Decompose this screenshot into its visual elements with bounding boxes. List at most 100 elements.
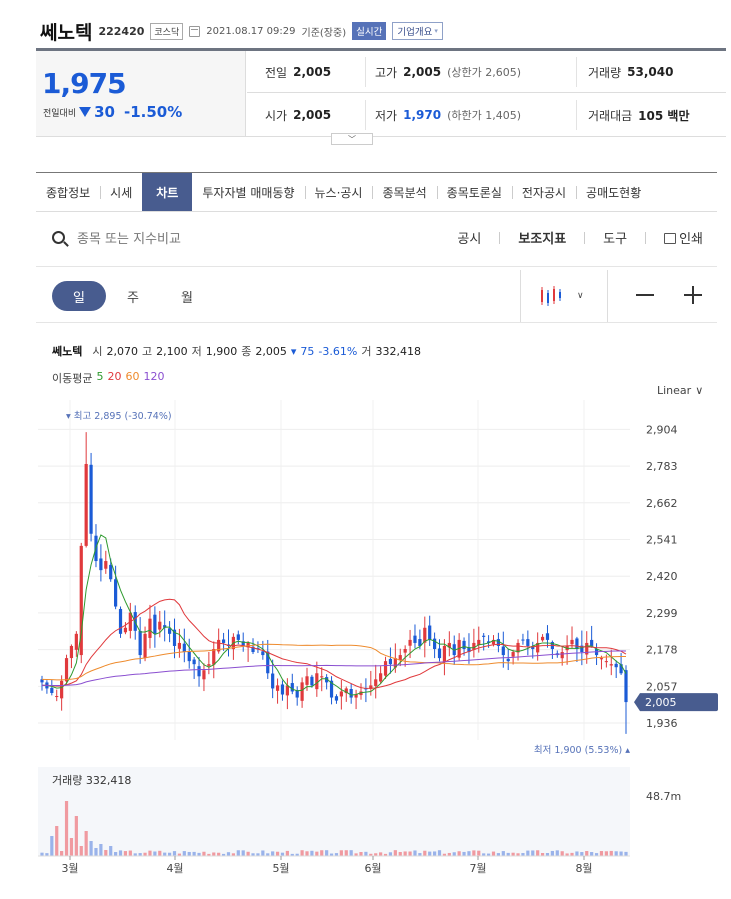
candle-body [118,608,123,634]
x-tick-label: 4월 [166,862,183,875]
low-value: 1,970 [403,108,442,122]
high-marker: ▾ 최고 2,895 (-30.74%) [66,411,172,422]
stock-code: 222420 [98,24,145,38]
candle-body [339,691,343,697]
main-tabs: 종합정보 시세 차트 투자자별 매매동향 뉴스·공시 종목분석 종목토론실 전자… [36,172,717,212]
candle-body [60,680,64,699]
tab-investor-trend[interactable]: 투자자별 매매동향 [192,173,304,211]
tab-analysis[interactable]: 종목분석 [372,173,436,211]
y-tick-label: 2,178 [646,644,678,657]
candle-body [207,664,211,666]
tab-price[interactable]: 시세 [100,173,142,211]
compare-search[interactable]: 종목 또는 지수비교 [52,228,181,247]
print-label: 인쇄 [679,232,703,247]
tab-overview[interactable]: 종합정보 [36,173,100,211]
tab-news[interactable]: 뉴스·공시 [304,173,373,211]
tools-button[interactable]: 도구 [603,228,627,247]
volume-bar [212,852,216,856]
ma-legend: 이동평균 5 20 60 120 [52,370,164,386]
candle-body [310,676,314,686]
candle-body [315,673,319,690]
candle-body [428,625,432,640]
volume-bar [349,850,353,856]
high-value: 2,005 [403,65,442,79]
down-arrow-icon [79,107,92,117]
zoom-in-button[interactable] [684,286,702,304]
volume-bar [614,851,618,856]
stock-header: 쎄노텍 222420 코스닥 2021.08.17 09:29 기준(장중) 실… [40,14,443,48]
scale-mode-dropdown[interactable]: Linear ∨ [657,384,703,397]
corp-info-label: 기업개요 [397,27,433,38]
company-name: 쎄노텍 [40,21,93,44]
prev-close-label: 전일 [265,65,288,80]
zoom-out-button[interactable] [636,294,654,296]
tab-short-selling[interactable]: 공매도현황 [576,173,651,211]
candle-body [143,633,147,659]
low-label: 저 [191,345,202,358]
volume-bar [315,851,319,856]
search-input[interactable]: 종목 또는 지수비교 [77,228,181,247]
corp-info-button[interactable]: 기업개요 ▾ [392,22,443,40]
candle-body [604,661,608,663]
volume-bar [69,838,74,856]
candle-body [177,642,182,649]
chevron-down-icon: ∨ [695,384,704,397]
volume-bar [477,850,481,856]
chart-type-dropdown[interactable]: ∨ [520,270,608,322]
period-selector: 일 주 월 [52,281,214,311]
volume-bar [339,850,343,856]
period-monthly[interactable]: 월 [160,281,214,311]
y-tick-label: 2,541 [646,534,678,547]
y-tick-label: 1,936 [646,717,678,730]
price-box: 1,975 전일대비 30 -1.50% [36,51,246,136]
candle-body [197,666,201,677]
realtime-button[interactable]: 실시간 [352,22,387,40]
tab-discussion[interactable]: 종목토론실 [436,173,512,211]
price-chart[interactable]: 2,904 2,783 2,662 2,541 2,420 2,299 2,178 2,057… [0,400,731,899]
volume-bar [526,850,530,856]
disclosure-button[interactable]: 공시 [457,228,481,247]
period-weekly[interactable]: 주 [106,281,160,311]
vol-value: 332,418 [375,344,421,358]
tab-e-disclosure[interactable]: 전자공시 [511,173,576,211]
low-label: 저가 [375,108,398,123]
volume-bar [599,851,604,856]
period-daily[interactable]: 일 [52,281,106,311]
volume-bar [501,851,505,856]
change-label: 전일대비 [43,108,77,119]
candle-body [501,646,505,656]
current-price-tag-label: 2,005 [645,696,677,709]
volume-value: 53,040 [627,65,674,79]
change-value: 75 [300,344,315,358]
candle-body [182,643,186,653]
indicators-button[interactable]: 보조지표 [518,228,566,247]
scale-mode-label: Linear [657,384,692,397]
volume-bar [408,851,412,856]
volume-bar [241,850,245,856]
candle-body [114,579,118,607]
candle-body [379,673,383,682]
collapse-quote-button[interactable]: ﹀ [331,133,373,145]
print-button[interactable]: 인쇄 [664,228,703,247]
high-label: 고가 [375,65,398,80]
volume-bar [94,848,98,856]
volume-bar [398,852,402,856]
tab-chart[interactable]: 차트 [142,173,193,211]
volume-bar [452,852,456,856]
high-label: 고 [142,345,153,358]
quote-basis: 기준(장중) [301,27,347,39]
volume-bar [555,850,559,856]
quote-panel: 1,975 전일대비 30 -1.50% 전일 2,005 고가 2,005 (상한가… [36,51,726,137]
candle-body [560,652,564,659]
y-tick-label: 2,057 [646,680,678,693]
volume-bar [428,851,432,856]
candle-body [526,639,530,646]
print-icon [664,233,677,244]
y-tick-label: 2,662 [646,497,678,510]
low-value: 1,900 [205,344,238,358]
candle-body [221,639,226,643]
volume-bar [153,851,157,856]
candle-body [599,658,604,660]
volume-bar [246,851,250,856]
toolbar-divider [645,231,647,244]
